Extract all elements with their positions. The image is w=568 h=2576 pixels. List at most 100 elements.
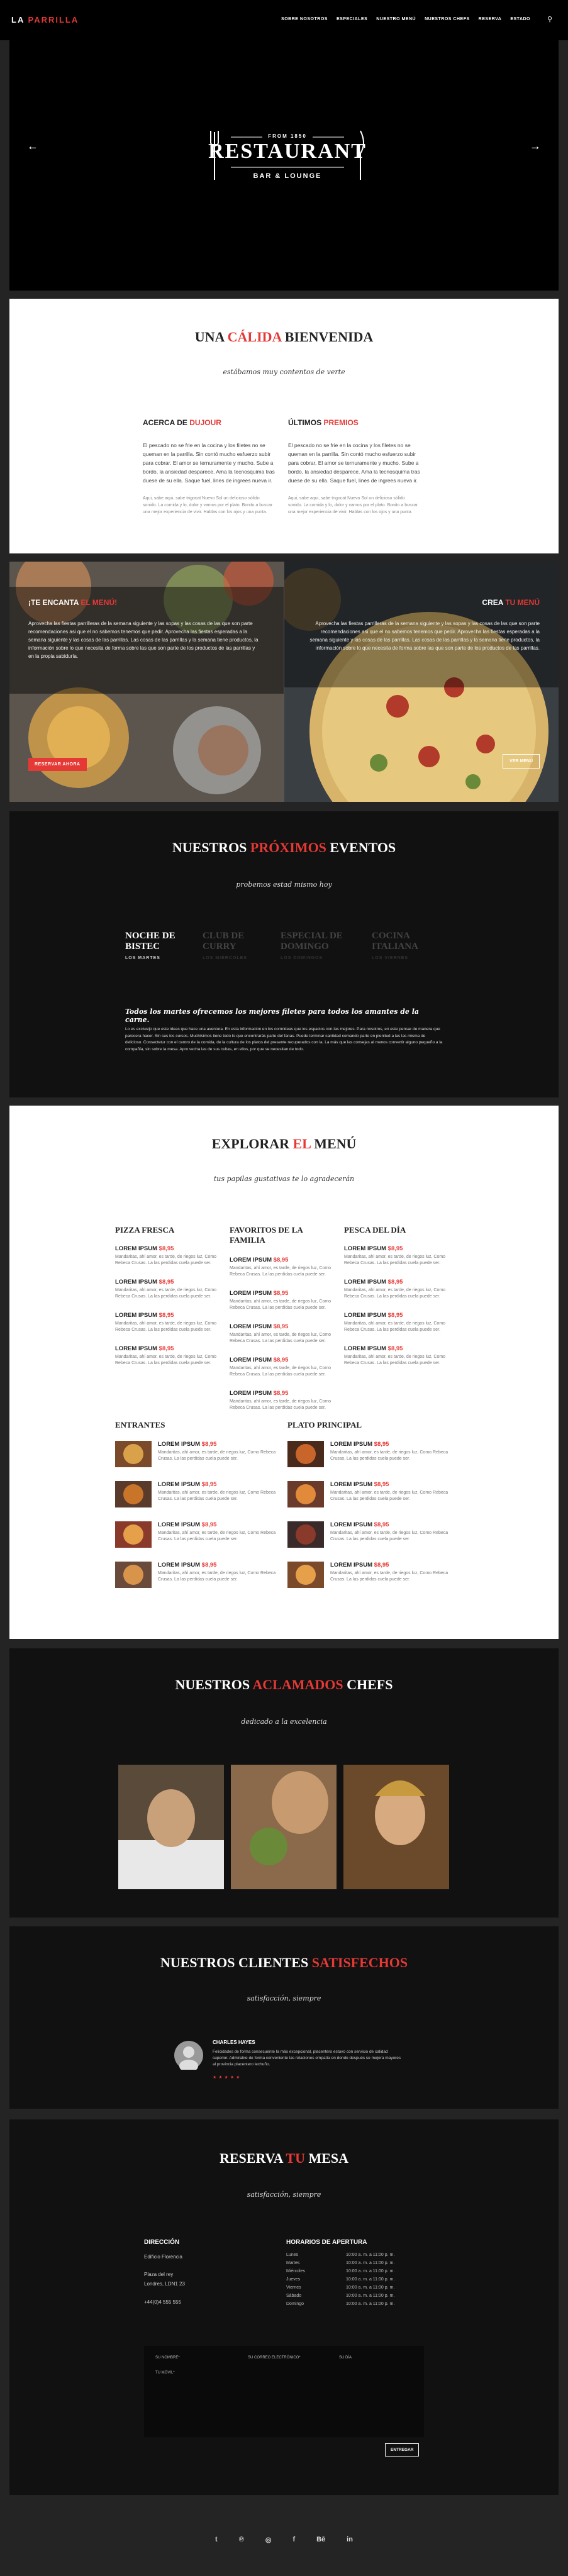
dish-thumbnail — [115, 1562, 152, 1588]
client-testimonial: Felicidades de forma consecuente la más … — [213, 2050, 401, 2067]
event-tab-domingo[interactable]: ESPECIAL DE DOMINGO LOS DOMINGOS — [281, 931, 350, 960]
clients-section: NUESTROS CLIENTES SATISFECHOS satisfacci… — [9, 1926, 559, 2109]
menu-item[interactable]: LOREM IPSUM $8,95 Mandaritas, ahí amor, e… — [230, 1390, 340, 1411]
site-logo[interactable]: LA PARRILLA — [11, 15, 79, 25]
menu-category-entrantes: ENTRANTES — [115, 1420, 165, 1430]
behance-icon[interactable]: Bē — [316, 2536, 325, 2544]
menu-section: EXPLORAR EL MENÚ tus papilas gustativas … — [9, 1106, 559, 1639]
reserve-now-button[interactable]: RESERVAR AHORA — [28, 758, 87, 771]
hours-row: Miércoles 10:00 a. m. a 11:00 p. m. — [286, 2269, 395, 2273]
menu-item[interactable]: LOREM IPSUM $8,95 Mandaritas, ahí amor, e… — [115, 1345, 225, 1367]
footer: t ℗ ◎ f Bē in — [0, 2506, 568, 2576]
promo-right-panel: CREA TU MENÚ Aprovecha las fiestas parri… — [284, 562, 559, 802]
events-section: NUESTROS PRÓXIMOS EVENTOS probemos estad… — [9, 811, 559, 1097]
nav-item-especiales[interactable]: ESPECIALES — [337, 17, 367, 21]
event-tab-title: CLUB DE CURRY — [203, 931, 245, 952]
twitter-icon[interactable]: t — [215, 2536, 218, 2544]
hero-from: FROM 1850 — [268, 133, 307, 139]
menu-subtitle: tus papilas gustativas te lo agradecerán — [213, 1175, 355, 1183]
menu-item[interactable]: LOREM IPSUM $8,95 Mandaritas, ahí amor, e… — [115, 1279, 225, 1300]
address-line: Edificio Florencia — [144, 2254, 182, 2260]
chefs-title: NUESTROS ACLAMADOS CHEFS — [175, 1677, 393, 1692]
hours-row: Sábado 10:00 a. m. a 11:00 p. m. — [286, 2294, 395, 2298]
menu-category-pesca: PESCA DEL DÍA — [344, 1225, 406, 1235]
menu-item[interactable]: LOREM IPSUM $8,95 Mandaritas, ahí amor, e… — [230, 1357, 340, 1378]
view-menu-button[interactable]: VER MENÚ — [503, 754, 540, 769]
event-tab-day: LOS DOMINGOS — [281, 956, 323, 960]
restaurant-emblem: FROM 1850 RESTAURANT BAR & LOUNGE — [206, 125, 369, 187]
awards-title: ÚLTIMOS PREMIOS — [288, 418, 359, 427]
email-field[interactable]: SU CORREO ELECTRÓNICO* — [248, 2356, 301, 2360]
awards-text: El pescado no se frie en la cocina y los… — [288, 442, 420, 484]
about-text: El pescado no se frie en la cocina y los… — [143, 442, 275, 484]
menu-item[interactable]: LOREM IPSUM $8,95 Mandaritas, ahí amor, e… — [230, 1257, 340, 1278]
event-tab-title: COCINA ITALIANA — [372, 931, 418, 952]
welcome-subtitle: estábamos muy contentos de verte — [223, 368, 345, 376]
event-quote: Todos los martes ofrecemos los mejores f… — [125, 1008, 420, 1024]
menu-item[interactable]: LOREM IPSUM $8,95 Mandaritas, ahí amor, e… — [330, 1481, 450, 1502]
menu-item[interactable]: LOREM IPSUM $8,95 Mandaritas, ahí amor, e… — [158, 1441, 277, 1462]
phone-number[interactable]: +44(0)4 555 555 — [144, 2298, 181, 2307]
nav-item-sobre-nosotros[interactable]: SOBRE NOSOTROS — [281, 17, 328, 21]
menu-item[interactable]: LOREM IPSUM $8,95 Mandaritas, ahí amor, e… — [115, 1245, 225, 1267]
about-text-2: Aqui, sabe aqui, sabe trigocat Nuevo Sol… — [143, 496, 273, 514]
about-title: ACERCA DE DUJOUR — [143, 418, 221, 427]
linkedin-icon[interactable]: in — [347, 2536, 353, 2544]
event-tab-bistec[interactable]: NOCHE DE BISTEC LOS MARTES — [125, 931, 194, 960]
slider-prev-arrow-icon[interactable]: ← — [27, 140, 38, 153]
address-title: DIRECCIÓN — [144, 2239, 180, 2246]
chef-photo[interactable] — [343, 1765, 449, 1889]
chef-photo[interactable] — [118, 1765, 224, 1889]
client-avatar — [174, 2041, 203, 2070]
menu-item[interactable]: LOREM IPSUM $8,95 Mandaritas, ahí amor, e… — [158, 1521, 277, 1543]
menu-item[interactable]: LOREM IPSUM $8,95 Mandaritas, ahí amor, e… — [230, 1290, 340, 1311]
chefs-subtitle: dedicado a la excelencia — [241, 1718, 327, 1726]
hours-row: Lunes 10:00 a. m. a 11:00 p. m. — [286, 2253, 395, 2257]
hero-title: RESTAURANT — [208, 140, 367, 163]
promo-left-text: Aprovecha las fiestas parrilleras de la … — [28, 621, 259, 659]
nav-item-chefs[interactable]: NUESTROS CHEFS — [425, 17, 470, 21]
hours-row: Viernes 10:00 a. m. a 11:00 p. m. — [286, 2285, 395, 2290]
nav-item-estado[interactable]: ESTADO — [510, 17, 530, 21]
clients-subtitle: satisfacción, siempre — [247, 1994, 321, 2002]
dish-thumbnail — [287, 1441, 324, 1467]
menu-item[interactable]: LOREM IPSUM $8,95 Mandaritas, ahí amor, e… — [158, 1481, 277, 1502]
menu-item[interactable]: LOREM IPSUM $8,95 Mandaritas, ahí amor, e… — [344, 1345, 454, 1367]
menu-item[interactable]: LOREM IPSUM $8,95 Mandaritas, ahí amor, e… — [344, 1279, 454, 1300]
nav-item-menu[interactable]: NUESTRO MENÚ — [376, 17, 416, 21]
menu-item[interactable]: LOREM IPSUM $8,95 Mandaritas, ahí amor, e… — [230, 1323, 340, 1345]
menu-item[interactable]: LOREM IPSUM $8,95 Mandaritas, ahí amor, e… — [115, 1312, 225, 1333]
clients-title: NUESTROS CLIENTES SATISFECHOS — [160, 1955, 408, 1970]
name-field[interactable]: SU NOMBRE* — [155, 2356, 180, 2360]
menu-item[interactable]: LOREM IPSUM $8,95 Mandaritas, ahí amor, e… — [344, 1245, 454, 1267]
dish-thumbnail — [287, 1521, 324, 1548]
nav-item-reserva[interactable]: RESERVA — [479, 17, 502, 21]
event-tab-italiana[interactable]: COCINA ITALIANA LOS VIERNES — [372, 931, 441, 960]
date-field[interactable]: SU DÍA — [339, 2356, 352, 2360]
menu-category-pizza: PIZZA FRESCA — [115, 1225, 175, 1235]
submit-button[interactable]: ENTREGAR — [385, 2443, 420, 2457]
search-icon[interactable]: ⚲ — [547, 15, 552, 23]
event-tab-curry[interactable]: CLUB DE CURRY LOS MIÉRCOLES — [203, 931, 272, 960]
pinterest-icon[interactable]: ℗ — [239, 2536, 244, 2544]
chef-photo[interactable] — [231, 1765, 337, 1889]
menu-item[interactable]: LOREM IPSUM $8,95 Mandaritas, ahí amor, e… — [344, 1312, 454, 1333]
dish-thumbnail — [115, 1441, 152, 1467]
hours-table: Lunes 10:00 a. m. a 11:00 p. m. Martes 10:… — [286, 2253, 394, 2310]
top-navbar: LA PARRILLA SOBRE NOSOTROS ESPECIALES NU… — [0, 0, 568, 40]
menu-item[interactable]: LOREM IPSUM $8,95 Mandaritas, ahí amor, e… — [330, 1521, 450, 1543]
menu-item[interactable]: LOREM IPSUM $8,95 Mandaritas, ahí amor, e… — [330, 1562, 450, 1583]
events-title: NUESTROS PRÓXIMOS EVENTOS — [172, 840, 396, 855]
promo-right-title: CREA TU MENÚ — [482, 598, 540, 607]
client-name: CHARLES HAYES — [213, 2040, 255, 2045]
menu-item[interactable]: LOREM IPSUM $8,95 Mandaritas, ahí amor, e… — [158, 1562, 277, 1583]
slider-next-arrow-icon[interactable]: → — [530, 140, 541, 153]
main-menu: SOBRE NOSOTROS ESPECIALES NUESTRO MENÚ N… — [281, 17, 530, 21]
reservation-form: SU NOMBRE* SU CORREO ELECTRÓNICO* SU DÍA… — [144, 2346, 424, 2437]
menu-item[interactable]: LOREM IPSUM $8,95 Mandaritas, ahí amor, e… — [330, 1441, 450, 1462]
facebook-icon[interactable]: f — [292, 2536, 295, 2544]
event-tab-title: NOCHE DE BISTEC — [125, 931, 175, 952]
menu-title: EXPLORAR EL MENÚ — [211, 1136, 357, 1152]
phone-field[interactable]: TU MÓVIL* — [155, 2371, 175, 2375]
instagram-icon[interactable]: ◎ — [265, 2536, 272, 2544]
